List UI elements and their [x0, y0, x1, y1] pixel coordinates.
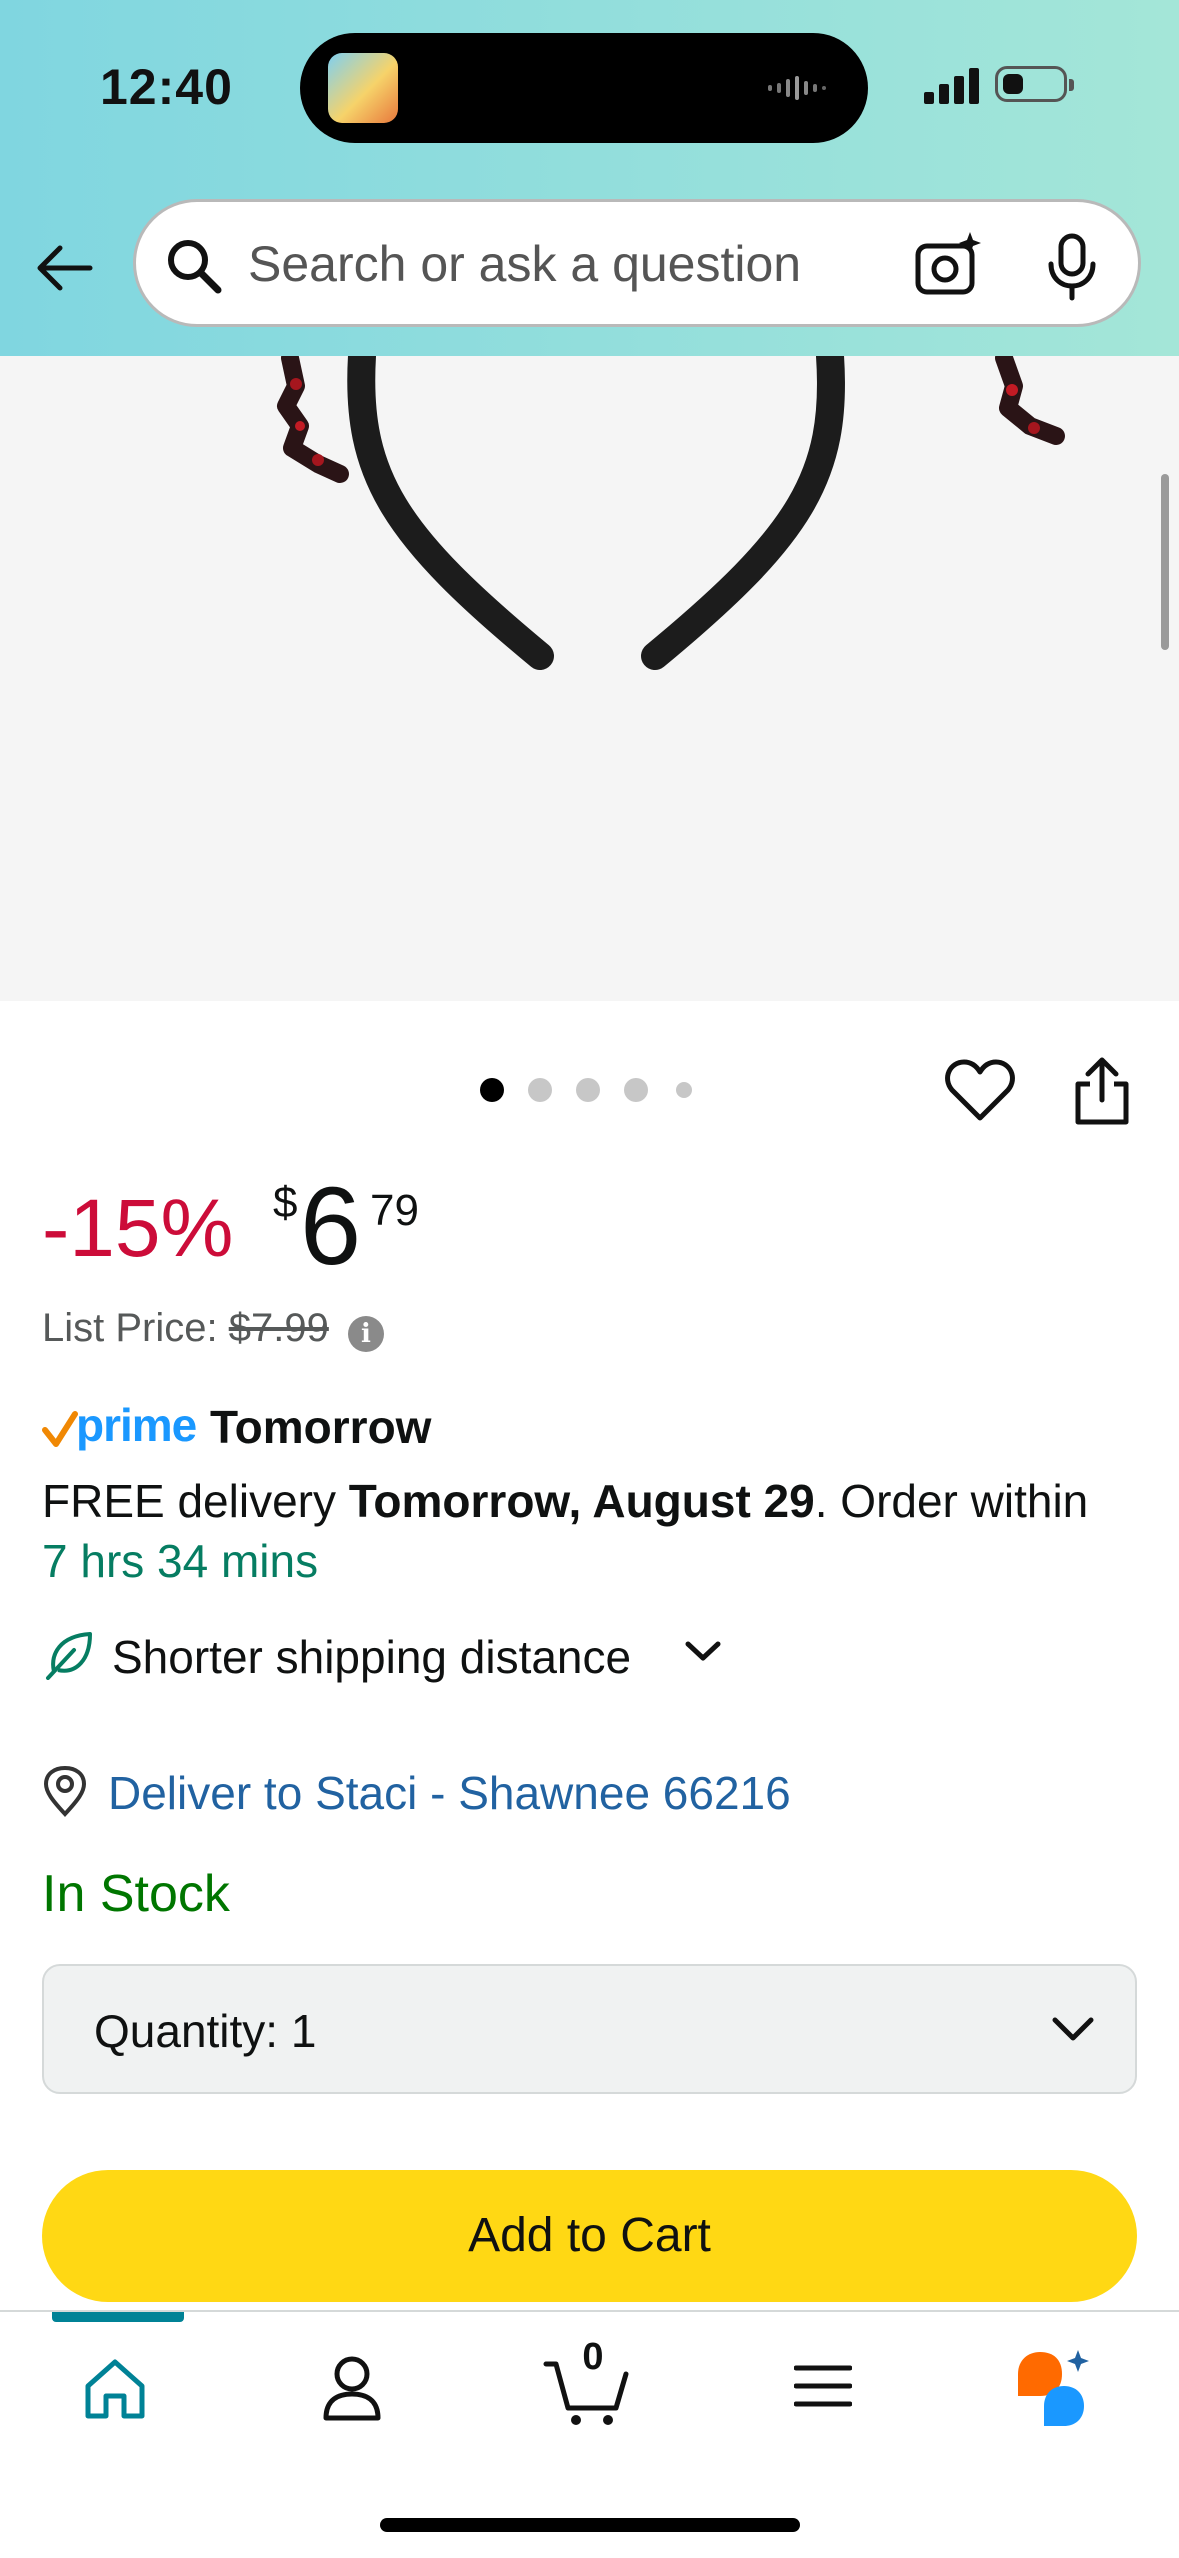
status-time: 12:40: [100, 59, 233, 115]
product-image[interactable]: [0, 342, 1179, 1001]
location-pin-icon: [43, 1766, 87, 1817]
quantity-select[interactable]: Quantity: 1: [42, 1964, 1137, 2094]
list-price-value: $7.99: [228, 1306, 329, 1350]
carousel-dot-1[interactable]: [480, 1078, 504, 1102]
list-price-label: List Price:: [42, 1306, 218, 1350]
menu-icon[interactable]: [794, 2362, 852, 2410]
order-countdown: 7 hrs 34 mins: [42, 1535, 319, 1587]
prime-logo: prime: [76, 1399, 197, 1451]
discount-percent: -15%: [42, 1183, 234, 1274]
share-icon[interactable]: [1072, 1054, 1132, 1128]
search-icon: [168, 240, 222, 294]
cellular-signal-icon: [924, 68, 979, 104]
delivery-date: Tomorrow, August 29: [348, 1475, 815, 1527]
microphone-icon[interactable]: [1042, 232, 1102, 302]
cart-count: 0: [582, 2336, 604, 2378]
carousel-dot-3[interactable]: [576, 1078, 600, 1102]
prime-check-icon: [42, 1411, 78, 1447]
carousel-dot-5[interactable]: [676, 1082, 692, 1098]
search-input[interactable]: [246, 220, 900, 308]
active-tab-indicator: [52, 2312, 184, 2322]
battery-icon: [995, 66, 1074, 102]
deliver-to-link[interactable]: Deliver to Staci - Shawnee 66216: [108, 1766, 791, 1820]
quantity-label: Quantity: 1: [94, 2005, 317, 2057]
prime-speed: Tomorrow: [210, 1401, 432, 1453]
stock-status: In Stock: [42, 1865, 230, 1923]
camera-lens-icon[interactable]: [912, 230, 984, 300]
cart-button[interactable]: 0: [542, 2336, 632, 2428]
chevron-down-icon[interactable]: [684, 1636, 722, 1666]
carousel-dot-4[interactable]: [624, 1078, 648, 1102]
rufus-ai-icon[interactable]: [1014, 2348, 1094, 2428]
list-price: List Price: $7.99: [42, 1306, 329, 1351]
add-to-cart-button[interactable]: Add to Cart: [42, 2170, 1137, 2302]
price-fraction: 79: [370, 1186, 419, 1235]
dynamic-island[interactable]: [300, 33, 868, 143]
chevron-down-icon: [1052, 2017, 1094, 2041]
home-icon[interactable]: [82, 2356, 148, 2422]
delivery-message: FREE delivery Tomorrow, August 29. Order…: [42, 1475, 1089, 1527]
search-bar[interactable]: [133, 199, 1141, 327]
back-arrow-icon[interactable]: [32, 236, 96, 300]
scrollbar[interactable]: [1161, 474, 1169, 650]
leaf-icon: [46, 1632, 92, 1680]
quantity-value: 1: [290, 2005, 317, 2057]
home-indicator[interactable]: [380, 2518, 800, 2532]
carousel-dot-2[interactable]: [528, 1078, 552, 1102]
price-whole: 6: [300, 1165, 362, 1288]
audio-wave-icon: [768, 76, 826, 100]
now-playing-artwork: [328, 53, 398, 123]
price-currency: $: [273, 1178, 298, 1227]
headband-image: [277, 342, 1065, 670]
heart-icon[interactable]: [944, 1058, 1016, 1124]
info-icon[interactable]: i: [348, 1316, 384, 1352]
shipping-note[interactable]: Shorter shipping distance: [112, 1630, 631, 1684]
account-icon[interactable]: [320, 2354, 384, 2422]
